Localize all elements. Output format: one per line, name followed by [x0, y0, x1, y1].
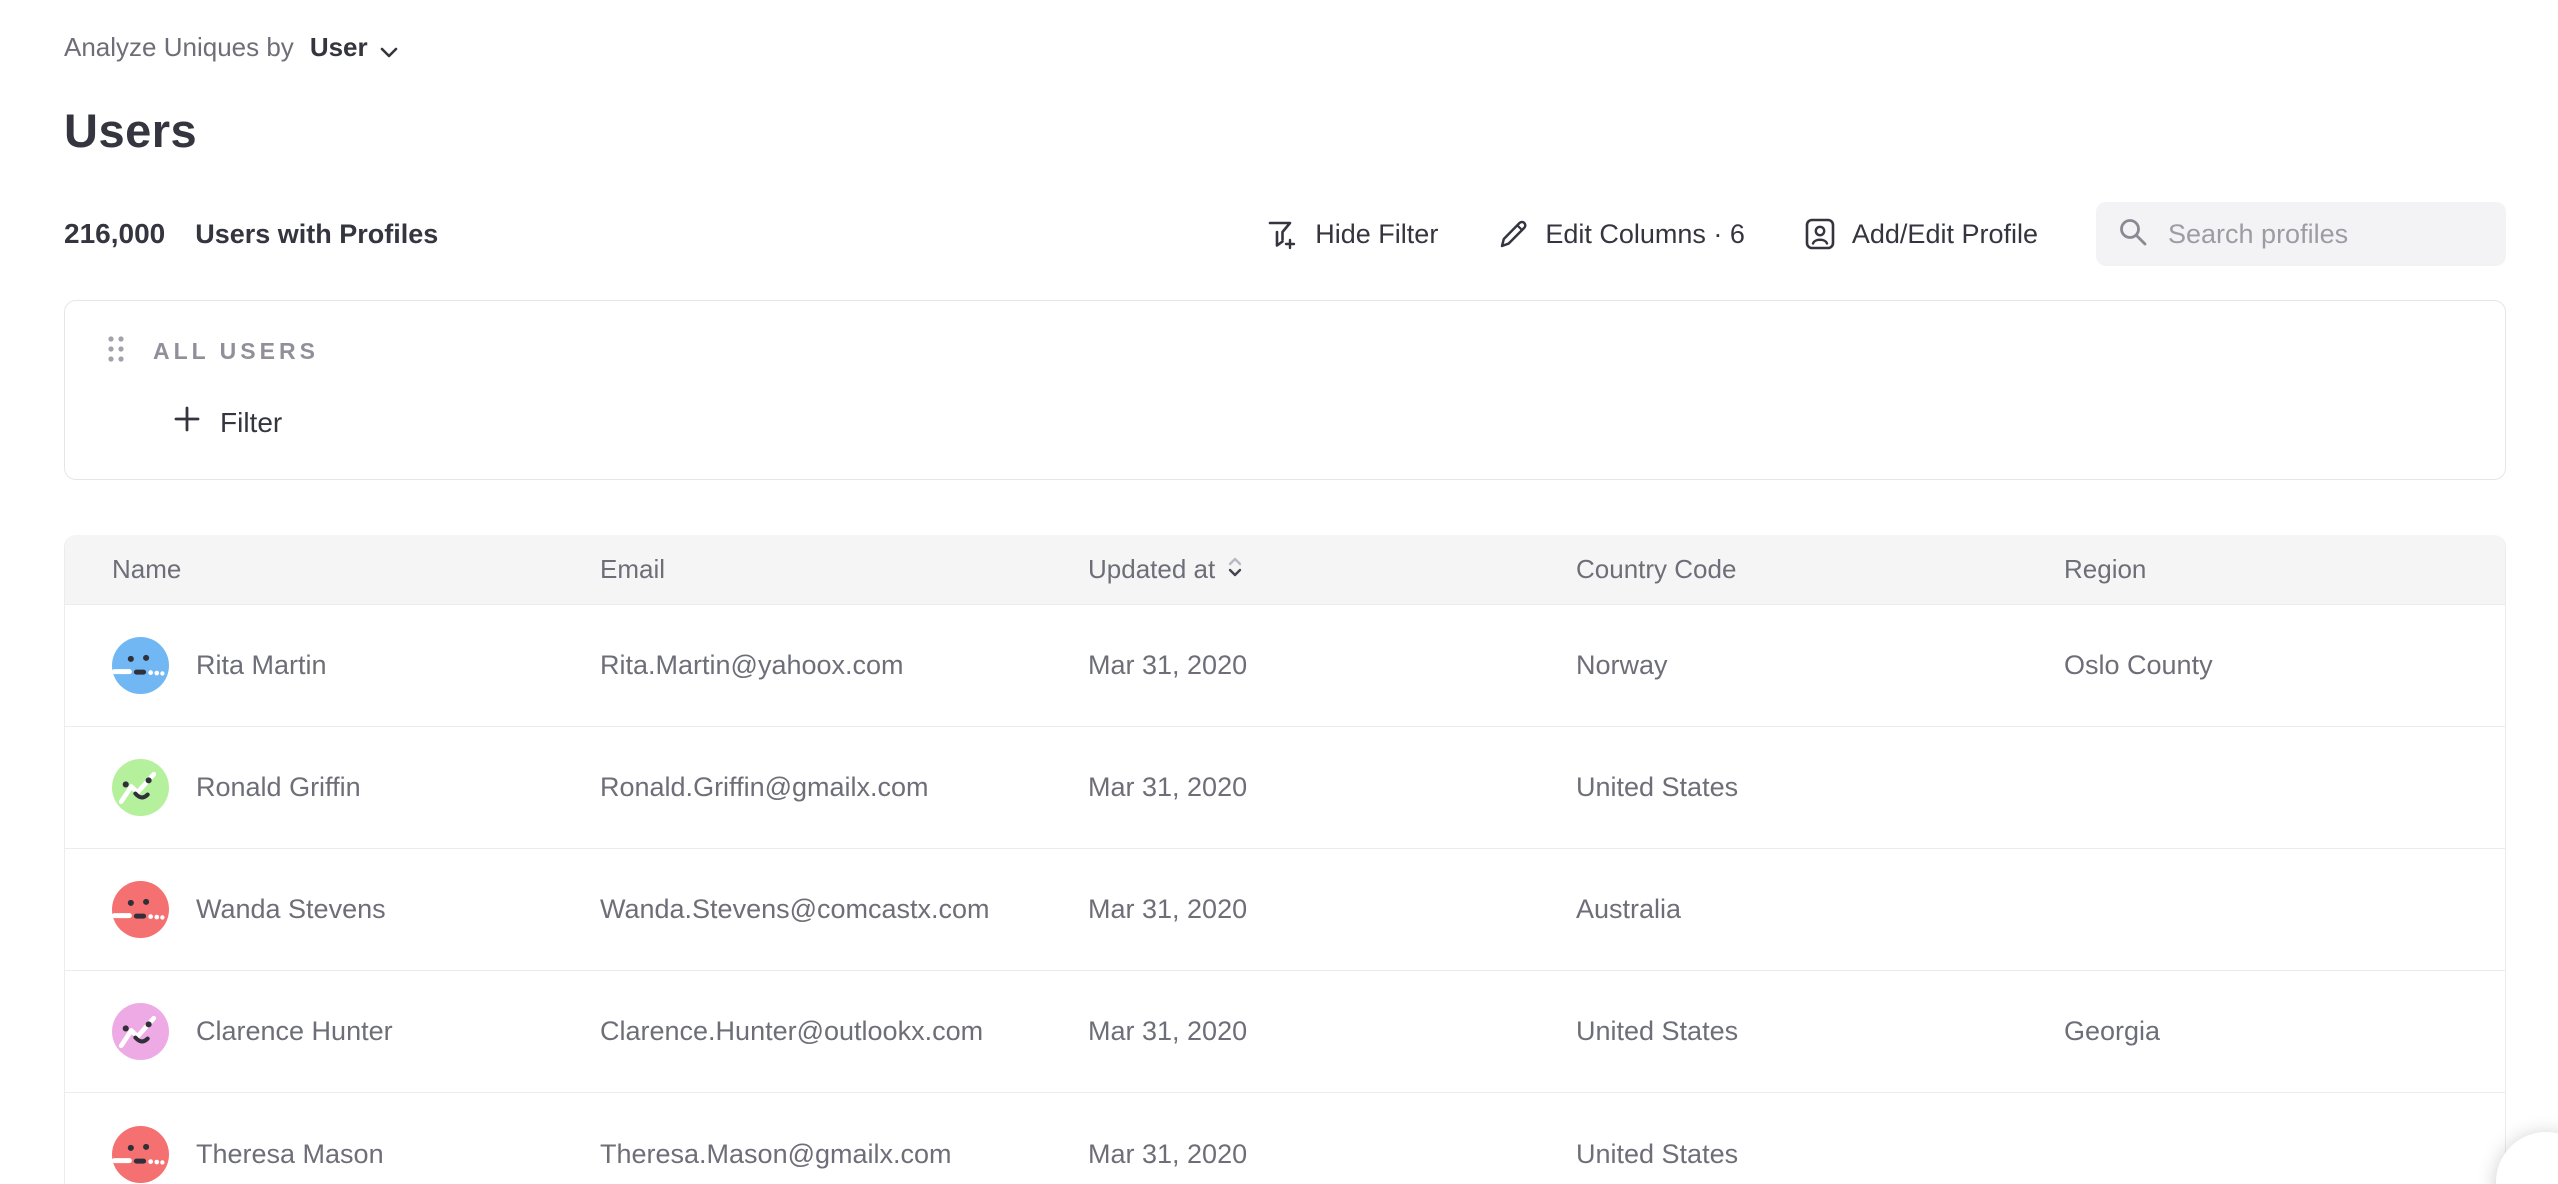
column-header-label: Region [2064, 554, 2146, 585]
column-header-email[interactable]: Email [553, 554, 1041, 585]
add-edit-profile-label: Add/Edit Profile [1852, 219, 2038, 250]
user-updated-at: Mar 31, 2020 [1041, 772, 1529, 803]
user-country-code: United States [1529, 772, 2017, 803]
search-profiles-input[interactable] [2168, 219, 2486, 250]
profiles-count-label: Users with Profiles [195, 219, 438, 250]
table-row[interactable]: Theresa Mason Theresa.Mason@gmailx.com M… [65, 1093, 2505, 1184]
chevron-down-icon[interactable] [380, 34, 398, 65]
analyze-uniques-label: Analyze Uniques by [64, 32, 294, 63]
add-edit-profile-button[interactable]: Add/Edit Profile [1803, 216, 2038, 252]
column-header-label: Name [112, 554, 181, 585]
column-header-country-code[interactable]: Country Code [1529, 554, 2017, 585]
name-cell: Wanda Stevens [65, 881, 553, 938]
user-avatar-icon [112, 637, 169, 694]
drag-handle-icon[interactable] [105, 333, 127, 370]
filter-panel: ALL USERS Filter [64, 300, 2506, 480]
table-row[interactable]: Clarence Hunter Clarence.Hunter@outlookx… [65, 971, 2505, 1093]
name-cell: Clarence Hunter [65, 1003, 553, 1060]
stats-toolbar-row: 216,000 Users with Profiles Hide Filter … [64, 202, 2506, 266]
hide-filter-label: Hide Filter [1315, 219, 1438, 250]
add-filter-label: Filter [220, 407, 282, 439]
pencil-icon [1496, 217, 1530, 251]
hide-filter-button[interactable]: Hide Filter [1264, 216, 1438, 252]
user-email: Ronald.Griffin@gmailx.com [553, 772, 1041, 803]
user-avatar-icon [112, 881, 169, 938]
search-icon [2116, 215, 2150, 254]
analyze-uniques-row: Analyze Uniques by User [64, 0, 2506, 65]
user-country-code: Norway [1529, 650, 2017, 681]
user-name: Rita Martin [196, 650, 327, 681]
user-avatar-icon [112, 1126, 169, 1183]
sort-icon [1227, 554, 1243, 585]
column-header-label: Updated at [1088, 554, 1215, 585]
users-page: Analyze Uniques by User Users 216,000 Us… [0, 0, 2558, 1184]
user-region: Georgia [2017, 1016, 2505, 1047]
page-title: Users [64, 103, 2506, 158]
user-avatar-icon [112, 1003, 169, 1060]
column-header-name[interactable]: Name [65, 554, 553, 585]
users-table: Name Email Updated at Country Code Region Ri… [64, 535, 2506, 1184]
table-row[interactable]: Rita Martin Rita.Martin@yahoox.com Mar 3… [65, 605, 2505, 727]
profile-card-icon [1803, 216, 1837, 252]
user-updated-at: Mar 31, 2020 [1041, 1016, 1529, 1047]
table-row[interactable]: Wanda Stevens Wanda.Stevens@comcastx.com… [65, 849, 2505, 971]
column-header-label: Email [600, 554, 665, 585]
user-name: Clarence Hunter [196, 1016, 393, 1047]
user-name: Ronald Griffin [196, 772, 361, 803]
plus-icon [172, 404, 202, 441]
name-cell: Ronald Griffin [65, 759, 553, 816]
user-country-code: United States [1529, 1016, 2017, 1047]
name-cell: Rita Martin [65, 637, 553, 694]
all-users-group: ALL USERS [105, 333, 2505, 370]
edit-columns-label: Edit Columns · 6 [1545, 219, 1745, 250]
user-avatar-icon [112, 759, 169, 816]
toolbar: Hide Filter Edit Columns · 6 Add/Edit Pr… [1264, 202, 2506, 266]
user-email: Wanda.Stevens@comcastx.com [553, 894, 1041, 925]
user-email: Theresa.Mason@gmailx.com [553, 1139, 1041, 1170]
user-name: Wanda Stevens [196, 894, 386, 925]
user-email: Clarence.Hunter@outlookx.com [553, 1016, 1041, 1047]
user-email: Rita.Martin@yahoox.com [553, 650, 1041, 681]
table-row[interactable]: Ronald Griffin Ronald.Griffin@gmailx.com… [65, 727, 2505, 849]
table-header-row: Name Email Updated at Country Code Region [65, 535, 2505, 605]
analyze-uniques-dropdown[interactable]: User [310, 32, 368, 63]
column-header-updated-at[interactable]: Updated at [1041, 554, 1529, 585]
column-header-label: Country Code [1576, 554, 1736, 585]
search-box[interactable] [2096, 202, 2506, 266]
user-region: Oslo County [2017, 650, 2505, 681]
profiles-count: 216,000 [64, 218, 165, 250]
user-updated-at: Mar 31, 2020 [1041, 894, 1529, 925]
user-updated-at: Mar 31, 2020 [1041, 1139, 1529, 1170]
user-name: Theresa Mason [196, 1139, 384, 1170]
funnel-plus-icon [1264, 216, 1300, 252]
all-users-label: ALL USERS [153, 338, 319, 365]
add-filter-button[interactable]: Filter [172, 404, 282, 441]
user-country-code: Australia [1529, 894, 2017, 925]
user-country-code: United States [1529, 1139, 2017, 1170]
name-cell: Theresa Mason [65, 1126, 553, 1183]
column-header-region[interactable]: Region [2017, 554, 2505, 585]
user-updated-at: Mar 31, 2020 [1041, 650, 1529, 681]
table-body: Rita Martin Rita.Martin@yahoox.com Mar 3… [65, 605, 2505, 1184]
edit-columns-button[interactable]: Edit Columns · 6 [1496, 217, 1745, 251]
